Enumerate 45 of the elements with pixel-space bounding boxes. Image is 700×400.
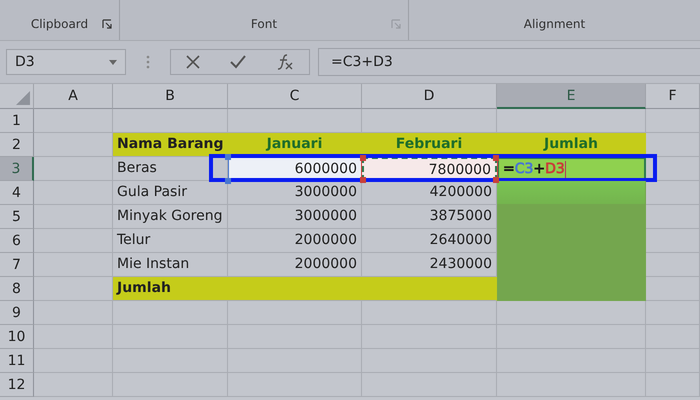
grip-icon bbox=[146, 55, 150, 69]
ribbon-group-label: Font bbox=[250, 17, 278, 31]
resize-handle[interactable] bbox=[360, 177, 366, 183]
table-cell: Jumlah bbox=[113, 277, 497, 301]
row-header[interactable]: 8 bbox=[0, 277, 34, 301]
checkmark-icon[interactable] bbox=[229, 54, 247, 70]
ribbon-group-label: Clipboard bbox=[30, 17, 88, 31]
row-header[interactable]: 5 bbox=[0, 205, 34, 229]
dropdown-icon[interactable] bbox=[109, 60, 117, 64]
row-header[interactable]: 11 bbox=[0, 349, 34, 373]
resize-handle[interactable] bbox=[225, 178, 231, 184]
resize-handle[interactable] bbox=[225, 154, 231, 160]
dialog-launcher-icon[interactable] bbox=[102, 19, 113, 30]
empty-cell bbox=[646, 325, 700, 349]
resize-handle[interactable] bbox=[360, 155, 366, 161]
cancel-icon[interactable] bbox=[185, 54, 201, 70]
resize-handle[interactable] bbox=[493, 155, 499, 161]
select-all-icon[interactable] bbox=[16, 91, 30, 105]
row-header[interactable]: 10 bbox=[0, 325, 34, 349]
empty-cell bbox=[646, 373, 700, 397]
table-cell: Gula Pasir bbox=[113, 181, 228, 205]
table-cell: 3000000 bbox=[228, 205, 362, 229]
row-header[interactable]: 6 bbox=[0, 229, 34, 253]
row-header[interactable]: 9 bbox=[0, 301, 34, 325]
empty-cell bbox=[646, 349, 700, 373]
empty-cell bbox=[646, 109, 700, 133]
name-box[interactable]: D3 bbox=[6, 49, 126, 75]
table-cell: Minyak Goreng bbox=[113, 205, 228, 229]
table-cell: 3000000 bbox=[228, 181, 362, 205]
column-header[interactable]: A bbox=[34, 84, 113, 109]
row-header[interactable]: 12 bbox=[0, 373, 34, 397]
function-icon[interactable] bbox=[275, 53, 295, 71]
table-cell: Telur bbox=[113, 229, 228, 253]
row-header[interactable]: 4 bbox=[0, 181, 34, 205]
resize-handle[interactable] bbox=[493, 177, 499, 183]
row-header[interactable]: 7 bbox=[0, 253, 34, 277]
column-header[interactable]: B bbox=[113, 84, 228, 109]
ribbon-group-label: Alignment bbox=[524, 17, 586, 31]
table-cell: 2000000 bbox=[228, 229, 362, 253]
empty-cell bbox=[646, 301, 700, 325]
column-header[interactable]: C bbox=[228, 84, 362, 109]
table-cell: Nama Barang bbox=[113, 133, 228, 157]
column-header[interactable]: F bbox=[646, 84, 700, 109]
formula-field[interactable]: =C3+D3 bbox=[318, 48, 700, 76]
row-header[interactable]: 1 bbox=[0, 109, 34, 133]
